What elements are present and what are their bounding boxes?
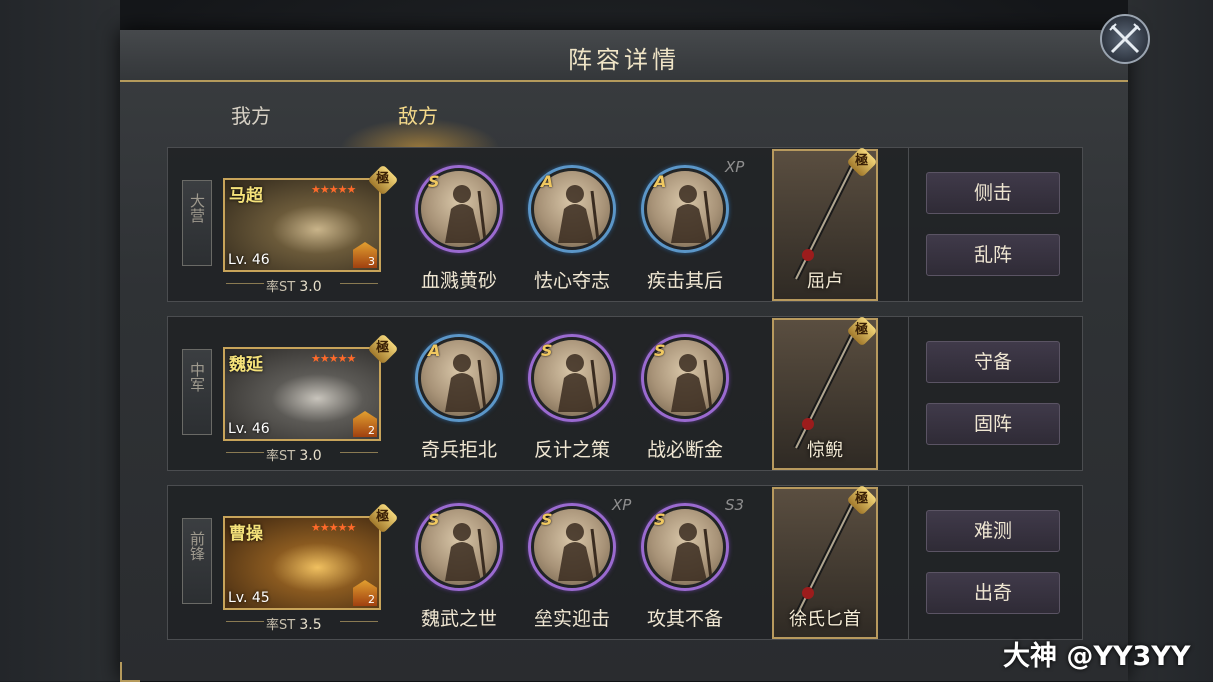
hero-quality-label: 極 [376, 509, 390, 525]
crossed-swords-close-icon [1109, 23, 1141, 54]
hero-rate-value: 3.0 [299, 279, 322, 295]
row-divider [908, 148, 909, 301]
position-label: 前锋 [188, 531, 206, 561]
skill-icon[interactable]: S [528, 334, 616, 422]
hero-rate: 率ST 3.0 [266, 445, 322, 464]
lineup-row: 大营 马超 ★★★★★ Lv. 46 3 極率ST 3.0 S 血溅黄砂 A 怯心夺志 A 疾击其后 X… [167, 146, 1083, 302]
hero-rate: 率ST 3.0 [266, 276, 322, 295]
weapon-name: 徐氏匕首 [789, 609, 861, 630]
skill-name: 反计之策 [533, 439, 610, 461]
dialog-header: 阵容详情 [120, 30, 1128, 82]
weapon-name: 惊鲵 [807, 440, 843, 461]
hero-level: Lv. 45 [228, 590, 270, 606]
skill-grade: A [428, 341, 441, 360]
hero-badge-count: 3 [368, 255, 375, 268]
hero-card[interactable]: 马超 ★★★★★ Lv. 46 3 [223, 178, 381, 272]
formation-button[interactable]: 固阵 [926, 403, 1060, 445]
skill-grade: A [654, 172, 667, 191]
hero-name: 魏延 [229, 355, 263, 375]
background-left-panel [0, 0, 120, 681]
skill-grade: S [654, 341, 666, 360]
position-tag: 大营 [182, 180, 212, 266]
skill-icon[interactable]: S [415, 503, 503, 591]
formation-button[interactable]: 出奇 [926, 572, 1060, 614]
skill-tag: XP [725, 158, 745, 176]
divider-line [226, 452, 264, 453]
position-label: 中军 [188, 362, 206, 392]
hero-badge-count: 2 [368, 424, 375, 437]
formation-button[interactable]: 难测 [926, 510, 1060, 552]
weapon-quality-label: 極 [855, 322, 869, 338]
hero-rate-value: 3.0 [299, 448, 322, 464]
lineup-row: 中军 魏延 ★★★★★ Lv. 46 2 極率ST 3.0 A 奇兵拒北 S 反计之策 S 战必断金 惊… [167, 315, 1083, 471]
skill-icon[interactable]: S [415, 165, 503, 253]
skill-icon[interactable]: A [641, 165, 729, 253]
background-right-panel [1128, 0, 1213, 681]
skill-icon[interactable]: A [528, 165, 616, 253]
dialog-title: 阵容详情 [568, 46, 680, 74]
formation-button[interactable]: 乱阵 [926, 234, 1060, 276]
skill-name: 疾击其后 [646, 270, 723, 292]
divider-line [226, 621, 264, 622]
skill-tag: S3 [725, 496, 745, 514]
tab-enemy-side[interactable]: 敌方 [398, 100, 438, 140]
close-button[interactable] [1100, 14, 1150, 64]
weapon-name: 屈卢 [807, 271, 843, 292]
hero-card[interactable]: 魏延 ★★★★★ Lv. 46 2 [223, 347, 381, 441]
divider-line [226, 283, 264, 284]
weapon-quality-label: 極 [855, 491, 869, 507]
skill-icon[interactable]: S [641, 334, 729, 422]
row-divider [908, 317, 909, 470]
skill-grade: S [428, 510, 440, 529]
skill-grade: A [541, 172, 554, 191]
hero-rate-label: 率ST [266, 618, 296, 633]
hero-stars: ★★★★★ [311, 521, 356, 534]
hero-name: 曹操 [229, 524, 263, 544]
skill-grade: S [541, 510, 553, 529]
formation-button[interactable]: 侧击 [926, 172, 1060, 214]
skill-grade: S [428, 172, 440, 191]
hero-level: Lv. 46 [228, 421, 270, 437]
watermark-text: 大神 @YY3YY [1003, 641, 1191, 672]
hero-stars: ★★★★★ [311, 352, 356, 365]
hero-quality-label: 極 [376, 340, 390, 356]
skill-tag: XP [612, 496, 632, 514]
row-divider [908, 486, 909, 639]
hero-stars: ★★★★★ [311, 183, 356, 196]
skill-name: 奇兵拒北 [420, 439, 497, 461]
tab-our-side[interactable]: 我方 [231, 100, 271, 140]
divider-line [340, 452, 378, 453]
skill-icon[interactable]: S [641, 503, 729, 591]
hero-badge-count: 2 [368, 593, 375, 606]
skill-name: 怯心夺志 [533, 270, 610, 292]
skill-name: 攻其不备 [646, 608, 723, 630]
skill-name: 血溅黄砂 [420, 270, 497, 292]
skill-icon[interactable]: A [415, 334, 503, 422]
skill-name: 魏武之世 [420, 608, 497, 630]
hero-card[interactable]: 曹操 ★★★★★ Lv. 45 2 [223, 516, 381, 610]
hero-rate-label: 率ST [266, 280, 296, 295]
hero-rate-label: 率ST [266, 449, 296, 464]
skill-name: 战必断金 [646, 439, 723, 461]
hero-rate: 率ST 3.5 [266, 614, 322, 633]
hero-name: 马超 [229, 186, 263, 206]
corner-ornament [120, 662, 140, 682]
hero-quality-label: 極 [376, 171, 390, 187]
position-label: 大营 [188, 193, 206, 223]
lineup-row: 前锋 曹操 ★★★★★ Lv. 45 2 極率ST 3.5 S 魏武之世 S 垒实迎击 XP S 攻其不… [167, 484, 1083, 640]
skill-name: 垒实迎击 [533, 608, 610, 630]
skill-grade: S [654, 510, 666, 529]
divider-line [340, 283, 378, 284]
skill-icon[interactable]: S [528, 503, 616, 591]
position-tag: 前锋 [182, 518, 212, 604]
hero-level: Lv. 46 [228, 252, 270, 268]
weapon-quality-label: 極 [855, 153, 869, 169]
formation-button[interactable]: 守备 [926, 341, 1060, 383]
divider-line [340, 621, 378, 622]
skill-grade: S [541, 341, 553, 360]
hero-rate-value: 3.5 [299, 617, 322, 633]
position-tag: 中军 [182, 349, 212, 435]
